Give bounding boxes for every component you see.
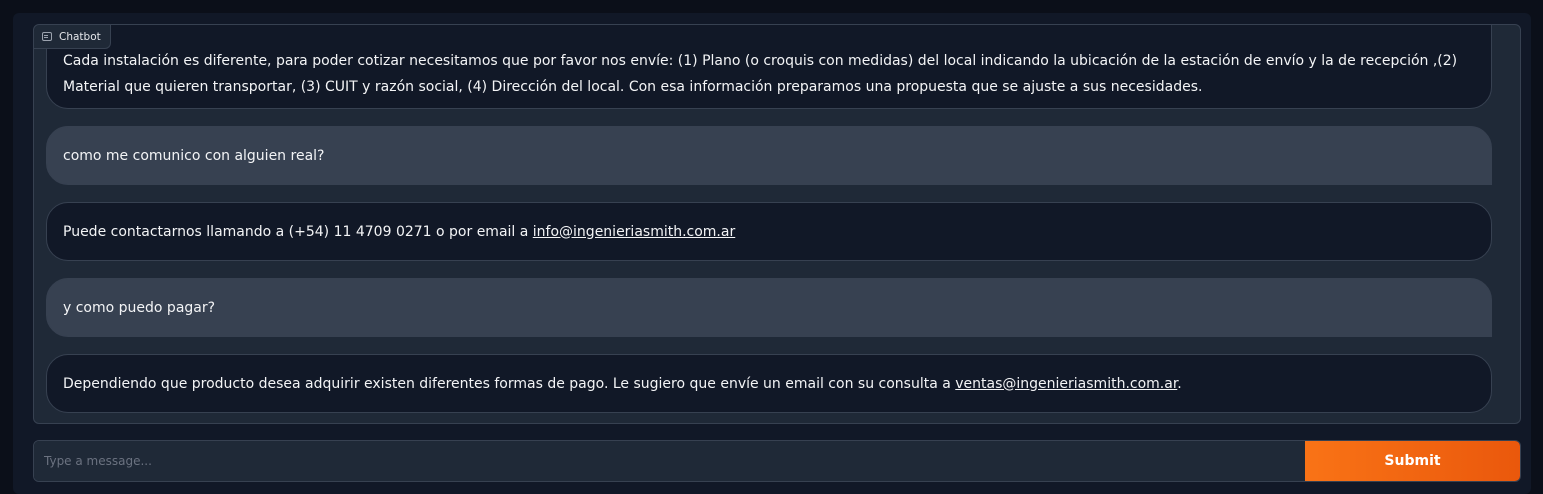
user-message: y como puedo pagar?	[46, 278, 1492, 337]
bot-message: Cada instalación es diferente, para pode…	[46, 25, 1492, 109]
message-input[interactable]	[34, 441, 1305, 481]
submit-button[interactable]: Submit	[1305, 441, 1520, 481]
user-message-text: y como puedo pagar?	[63, 299, 216, 316]
user-message: como me comunico con alguien real?	[46, 126, 1492, 185]
chat-icon	[42, 32, 52, 41]
message-list: Cada instalación es diferente, para pode…	[34, 25, 1520, 423]
bot-message-text-before: Dependiendo que producto desea adquirir …	[63, 375, 956, 392]
message-input-row: Submit	[33, 440, 1521, 482]
bot-message-text: Puede contactarnos llamando a (+54) 11 4…	[63, 219, 735, 245]
chatbot-label-text: Chatbot	[59, 30, 101, 43]
chatbot-label: Chatbot	[34, 25, 111, 49]
bot-message: Puede contactarnos llamando a (+54) 11 4…	[46, 202, 1492, 261]
bot-message-text: Dependiendo que producto desea adquirir …	[63, 371, 1182, 397]
app-container: Chatbot Cada instalación es diferente, p…	[13, 13, 1531, 494]
bot-message-text-after: .	[1177, 375, 1182, 392]
bot-message-text-before: Puede contactarnos llamando a (+54) 11 4…	[63, 223, 533, 240]
bot-message: Dependiendo que producto desea adquirir …	[46, 354, 1492, 413]
email-link[interactable]: info@ingenieriasmith.com.ar	[533, 224, 735, 240]
bot-message-text: Cada instalación es diferente, para pode…	[63, 53, 1458, 95]
email-link[interactable]: ventas@ingenieriasmith.com.ar	[955, 376, 1177, 392]
chatbot-panel[interactable]: Chatbot Cada instalación es diferente, p…	[33, 24, 1521, 424]
user-message-text: como me comunico con alguien real?	[63, 147, 325, 164]
